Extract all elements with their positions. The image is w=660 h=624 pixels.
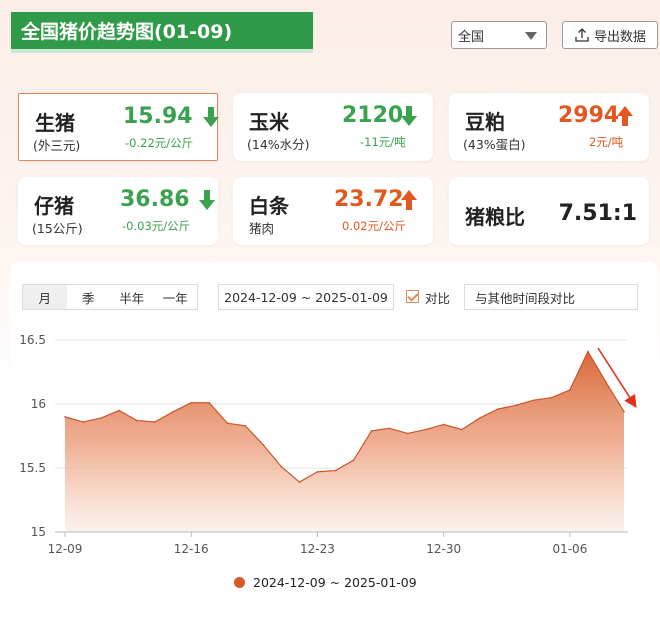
card-piglet-sub: (15公斤) <box>32 221 83 236</box>
upload-icon <box>575 28 589 42</box>
data-point <box>118 409 120 412</box>
card-carcass[interactable]: 白条 猪肉 23.72 0.02元/公斤 <box>233 177 433 245</box>
data-point <box>533 399 535 401</box>
data-point <box>280 465 283 468</box>
data-point <box>244 424 247 427</box>
data-point <box>515 404 517 407</box>
export-data-button[interactable]: 导出数据 <box>562 21 658 49</box>
data-point <box>82 421 84 423</box>
card-soymeal-name: 豆粕 <box>465 110 505 134</box>
x-tick-label: 12-09 <box>48 542 83 556</box>
x-tick-label: 01-06 <box>552 542 587 556</box>
card-corn-name: 玉米 <box>249 110 289 134</box>
card-carcass-sub: 猪肉 <box>249 221 275 236</box>
card-pig-delta: -0.22元/公斤 <box>125 136 194 150</box>
y-tick-label: 15.5 <box>19 461 46 475</box>
x-tick-label: 12-30 <box>426 542 461 556</box>
card-pig[interactable]: 生猪 (外三元) 15.94 -0.22元/公斤 <box>18 93 219 161</box>
arrow-up-icon <box>617 106 633 126</box>
compare-label: 对比 <box>425 291 451 306</box>
data-point <box>172 410 174 413</box>
card-pig-name: 生猪 <box>35 111 75 135</box>
tab-year[interactable]: 一年 <box>154 285 198 309</box>
period-tabs: 月 季 半年 一年 <box>22 284 198 310</box>
data-point <box>154 421 156 423</box>
data-point <box>298 481 301 483</box>
arrow-down-icon <box>199 190 215 210</box>
export-data-label: 导出数据 <box>593 29 646 45</box>
data-point <box>334 469 337 472</box>
data-point <box>406 432 409 435</box>
data-point <box>190 401 193 404</box>
data-point <box>424 428 427 431</box>
card-pig-sub: (外三元) <box>33 138 81 153</box>
data-point <box>370 430 373 432</box>
legend-label: 2024-12-09 ~ 2025-01-09 <box>253 575 417 590</box>
data-point <box>496 408 499 410</box>
card-pig-price: 15.94 <box>123 104 193 129</box>
card-corn-price: 2120 <box>342 103 404 128</box>
data-point <box>623 410 625 413</box>
card-soymeal-sub: (43%蛋白) <box>463 137 526 152</box>
data-point <box>587 350 589 353</box>
date-range-picker[interactable]: 2024-12-09 ~ 2025-01-09 <box>218 284 394 310</box>
card-ratio-value: 7.51:1 <box>558 201 637 226</box>
card-corn-sub: (14%水分) <box>247 137 310 152</box>
data-point <box>226 422 229 424</box>
region-select[interactable]: 全国 <box>451 21 547 49</box>
page-title: 全国猪价趋势图(01-09) <box>11 12 313 53</box>
tab-half-year[interactable]: 半年 <box>110 285 154 309</box>
data-point <box>316 471 319 473</box>
card-soymeal[interactable]: 豆粕 (43%蛋白) 2994 2元/吨 <box>449 93 649 161</box>
data-point <box>551 396 553 399</box>
data-point <box>442 423 445 426</box>
data-point <box>569 389 571 391</box>
chart-area-layer <box>64 350 625 532</box>
data-point <box>352 459 355 462</box>
tab-quarter[interactable]: 季 <box>67 285 111 309</box>
card-piglet-price: 36.86 <box>120 187 190 212</box>
compare-checkbox[interactable] <box>406 290 419 303</box>
y-axis: 15 15.5 16 16.5 <box>19 333 46 539</box>
data-point <box>605 381 607 384</box>
data-point <box>262 444 265 446</box>
x-tick-label: 12-23 <box>300 542 335 556</box>
card-piglet-name: 仔猪 <box>34 194 74 218</box>
arrow-up-icon <box>401 190 417 210</box>
card-soymeal-price: 2994 <box>558 103 620 128</box>
region-select-value: 全国 <box>458 29 485 45</box>
card-corn[interactable]: 玉米 (14%水分) 2120 -11元/吨 <box>233 93 433 161</box>
card-soymeal-delta: 2元/吨 <box>589 135 624 149</box>
arrow-down-icon <box>401 106 417 126</box>
y-tick-label: 15 <box>31 525 46 539</box>
data-point <box>100 417 102 419</box>
card-carcass-name: 白条 <box>249 194 289 218</box>
data-point <box>460 428 463 431</box>
card-corn-delta: -11元/吨 <box>360 135 406 149</box>
x-axis: 12-09 12-16 12-23 12-30 01-06 <box>48 531 628 556</box>
card-ratio-name: 猪粮比 <box>465 205 525 229</box>
caret-down-icon <box>525 32 537 40</box>
y-tick-label: 16.5 <box>19 333 46 347</box>
data-point <box>136 419 138 422</box>
y-tick-label: 16 <box>31 397 46 411</box>
data-point <box>208 401 211 404</box>
x-tick-label: 12-16 <box>174 542 209 556</box>
card-piglet[interactable]: 仔猪 (15公斤) 36.86 -0.03元/公斤 <box>18 177 218 245</box>
data-point <box>388 427 391 430</box>
card-piglet-delta: -0.03元/公斤 <box>122 219 191 233</box>
chart-legend: 2024-12-09 ~ 2025-01-09 <box>234 575 417 590</box>
series-area <box>65 351 624 532</box>
card-carcass-delta: 0.02元/公斤 <box>342 219 406 233</box>
compare-period-input[interactable]: 与其他时间段对比 <box>464 284 638 310</box>
price-chart: 15 15.5 16 16.5 12-09 12-16 12-23 12-30 01-06 <box>19 333 637 556</box>
tab-month[interactable]: 月 <box>23 285 67 309</box>
data-point <box>478 417 481 419</box>
arrow-down-icon <box>203 107 219 127</box>
data-point <box>64 416 66 418</box>
legend-dot <box>234 577 245 588</box>
card-carcass-price: 23.72 <box>334 187 404 212</box>
card-ratio[interactable]: 猪粮比 7.51:1 <box>449 177 649 245</box>
